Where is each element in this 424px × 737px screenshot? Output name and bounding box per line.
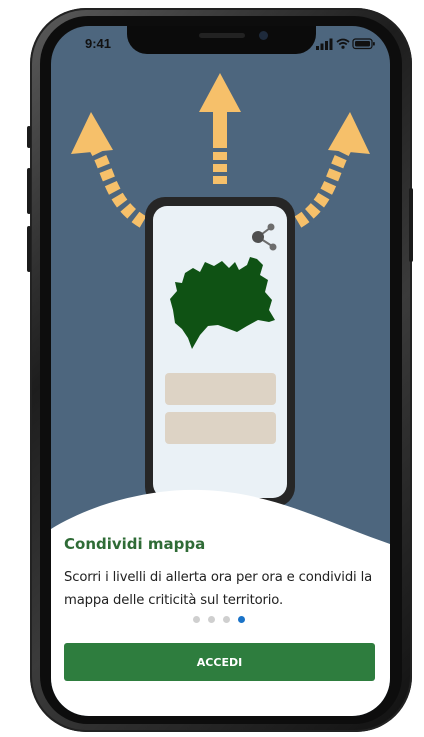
signal-icon bbox=[316, 38, 333, 50]
page-dot-1[interactable] bbox=[193, 616, 200, 623]
page-dot-2[interactable] bbox=[208, 616, 215, 623]
page-dot-4[interactable] bbox=[238, 616, 245, 623]
battery-icon bbox=[352, 38, 375, 50]
volume-down-button bbox=[27, 226, 31, 272]
camera bbox=[259, 31, 268, 40]
page-dot-3[interactable] bbox=[223, 616, 230, 623]
bottom-sheet-wave bbox=[51, 489, 390, 716]
accedi-button[interactable]: ACCEDI bbox=[64, 643, 375, 681]
onboarding-description: Scorri i livelli di allerta ora per ora … bbox=[64, 570, 373, 608]
volume-up-button bbox=[27, 168, 31, 214]
notch bbox=[127, 26, 316, 54]
app-screen: 9:41 Condividi mappa Scorri i livelli di… bbox=[51, 26, 390, 716]
power-button bbox=[409, 188, 413, 262]
status-time: 9:41 bbox=[85, 36, 112, 51]
status-icons bbox=[316, 38, 375, 50]
mute-switch bbox=[27, 126, 31, 148]
onboarding-title: Condividi mappa bbox=[64, 535, 206, 553]
speaker bbox=[199, 33, 245, 38]
wifi-icon bbox=[336, 38, 350, 49]
